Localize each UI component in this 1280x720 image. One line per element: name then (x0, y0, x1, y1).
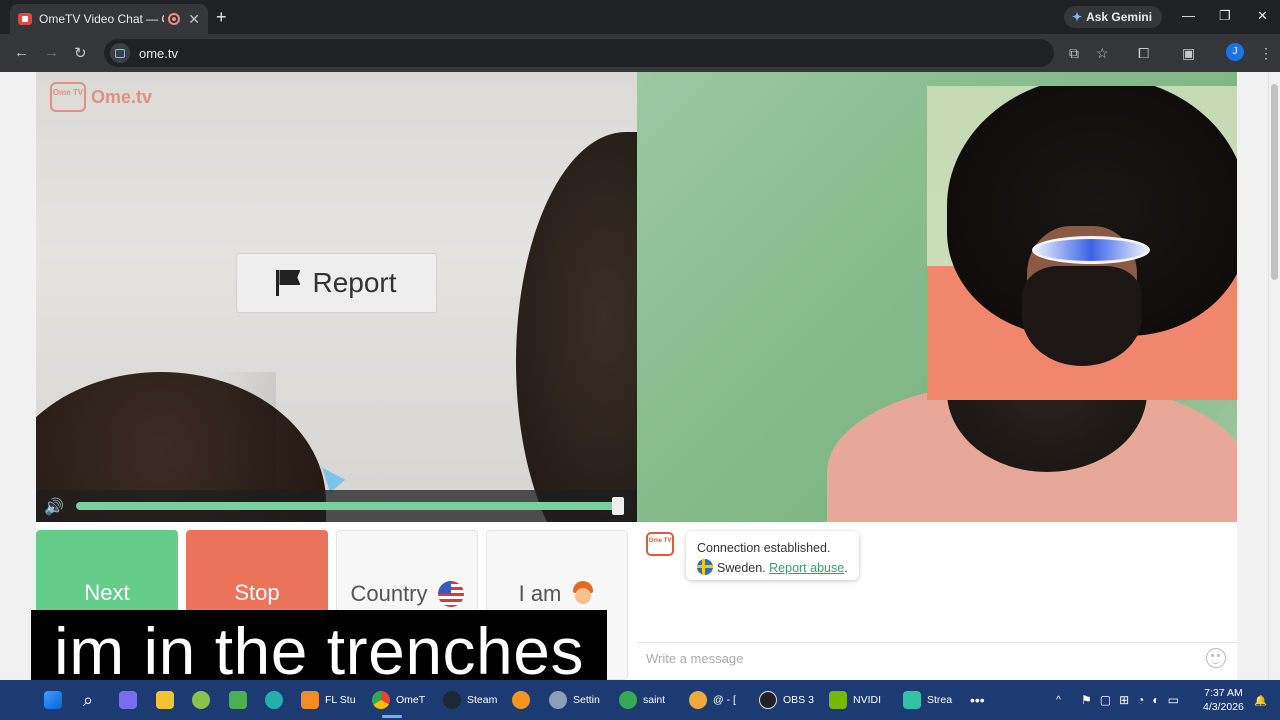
connection-status: Connection established. (697, 541, 831, 555)
webcam-overlay (927, 86, 1237, 400)
youtube-tv-icon (18, 13, 32, 25)
taskbar-label: FL Stu (325, 694, 356, 706)
ometv-page: Ome TV Ome.tv Report 🔊 Next Stop Country… (0, 72, 1280, 680)
forward-arrow-icon[interactable]: → (44, 44, 59, 61)
file-explorer-icon[interactable] (156, 688, 180, 712)
emoji-smiley-icon[interactable] (1206, 648, 1226, 668)
tab-title: OmeTV Video Chat — Ome (39, 12, 164, 26)
taskbar-label: Steam (467, 694, 498, 706)
stranger-video: Ome TV Ome.tv Report 🔊 (36, 72, 637, 522)
minimize-icon[interactable]: — (1182, 8, 1195, 23)
taskbar-label: saint (643, 694, 666, 706)
taskbar-label: NVIDI (853, 694, 882, 706)
taskbar-label: OmeT (396, 694, 426, 706)
taskbar-label: @ - [ (713, 694, 736, 706)
site-info-icon[interactable] (110, 43, 130, 63)
ometv-chat-icon: Ome TV (646, 532, 674, 556)
obs-taskbar-item[interactable]: OBS 3 (759, 688, 814, 712)
tray-chevron-icon[interactable]: ^ (1056, 688, 1061, 712)
taskbar-label: Settin (573, 694, 600, 706)
country-label: Country (350, 581, 428, 606)
partner-country: Sweden. (717, 561, 766, 575)
boy-emoji-icon (571, 581, 595, 607)
nvidia-taskbar-item[interactable]: NVIDI (829, 688, 881, 712)
clock-date: 4/3/2026 (1203, 701, 1244, 713)
clock-time: 7:37 AM (1204, 687, 1243, 699)
gender-label: I am (518, 581, 562, 606)
xbox-icon[interactable] (192, 688, 216, 712)
close-window-icon[interactable]: ✕ (1257, 8, 1268, 24)
ometv-logo-text: Ome.tv (91, 86, 153, 107)
streamlabs-taskbar-item[interactable]: Strea (903, 688, 952, 712)
side-panel-icon[interactable]: ▣ (1182, 45, 1195, 62)
menu-dots-icon[interactable]: ⋮ (1259, 45, 1273, 62)
page-scrollbar[interactable] (1268, 72, 1280, 680)
system-clock[interactable]: 7:37 AM 4/3/2026 (1203, 686, 1244, 714)
start-windows-icon[interactable] (44, 688, 68, 712)
volume-slider-handle[interactable] (612, 497, 624, 515)
chrome-taskbar-item[interactable]: OmeT (372, 688, 426, 718)
close-tab-icon[interactable]: ✕ (188, 11, 200, 28)
reload-icon[interactable]: ↻ (74, 44, 87, 62)
discord-icon[interactable] (119, 688, 143, 712)
fl-studio-taskbar-item[interactable]: FL Stu (301, 688, 356, 712)
system-message: Connection established. Sweden. Report a… (686, 531, 859, 580)
gemini-sparkle-icon: ✦ (1072, 10, 1083, 24)
webcam-person-beard (1022, 266, 1142, 366)
ask-gemini-button[interactable]: ✦ Ask Gemini (1064, 6, 1163, 28)
search-icon[interactable]: ⌕ (83, 688, 93, 712)
ometv-tv-icon: Ome TV (50, 82, 86, 112)
chat-panel: Ome TV Connection established. Sweden. R… (637, 522, 1237, 680)
discord-taskbar-item[interactable]: @ - [ (689, 688, 736, 712)
new-tab-button[interactable]: + (216, 7, 227, 28)
windows-taskbar: ⌕ FL Stu OmeT Steam Settin saint @ - [ O… (0, 680, 1280, 720)
self-video (637, 72, 1237, 522)
profile-avatar[interactable]: J (1226, 43, 1244, 61)
period: . (844, 561, 848, 575)
volume-slider[interactable] (76, 502, 624, 510)
volume-bar: 🔊 (36, 490, 637, 522)
notification-bell-icon[interactable]: 🔔 (1254, 688, 1267, 712)
webcam-visor-glasses (1032, 236, 1150, 264)
extensions-icon[interactable]: ⧠ (1138, 45, 1149, 62)
search-app-icon[interactable] (512, 688, 536, 712)
url-text: ome.tv (139, 45, 179, 61)
install-app-icon[interactable]: ⧉ (1069, 45, 1079, 62)
maximize-icon[interactable]: ❐ (1219, 8, 1231, 24)
speaker-icon[interactable]: 🔊 (44, 497, 64, 517)
bookmark-star-icon[interactable]: ☆ (1096, 45, 1109, 62)
tab-strip: OmeTV Video Chat — Ome ✕ + ✦ Ask Gemini … (0, 0, 1280, 34)
scrollbar-thumb[interactable] (1271, 84, 1278, 280)
recording-icon (168, 13, 181, 25)
ask-gemini-label: Ask Gemini (1086, 10, 1153, 24)
settings-taskbar-item[interactable]: Settin (549, 688, 600, 712)
left-gutter (0, 72, 36, 680)
ometv-watermark-logo: Ome TV Ome.tv (50, 82, 152, 112)
video-person-silhouette (516, 132, 637, 522)
flag-icon (276, 270, 300, 296)
taskbar-label: Strea (927, 694, 953, 706)
android-icon[interactable] (229, 688, 253, 712)
report-button[interactable]: Report (236, 253, 437, 313)
tray-icons: ⚑▢⊞◔◐▭ (1081, 693, 1187, 707)
steam-taskbar-item[interactable]: Steam (443, 688, 497, 712)
report-label: Report (312, 267, 397, 298)
taskbar-label: OBS 3 (783, 694, 814, 706)
back-arrow-icon[interactable]: ← (14, 44, 29, 61)
us-flag-icon (437, 581, 464, 607)
chrome-saint-taskbar-item[interactable]: saint (619, 688, 665, 712)
app-icon[interactable] (265, 688, 289, 712)
sweden-flag-icon (697, 559, 713, 575)
browser-toolbar: ← → ↻ ome.tv ⧉ ☆ ⧠ ▣ J ⋮ (0, 34, 1280, 72)
right-gutter (1237, 72, 1268, 680)
report-abuse-link[interactable]: Report abuse (769, 561, 844, 575)
more-apps-icon[interactable]: ••• (970, 688, 985, 712)
message-input[interactable] (637, 642, 1237, 674)
tab-ometv[interactable]: OmeTV Video Chat — Ome ✕ (10, 4, 208, 34)
partner-location: Sweden. Report abuse. (697, 558, 848, 578)
address-bar[interactable]: ome.tv (104, 39, 1054, 67)
